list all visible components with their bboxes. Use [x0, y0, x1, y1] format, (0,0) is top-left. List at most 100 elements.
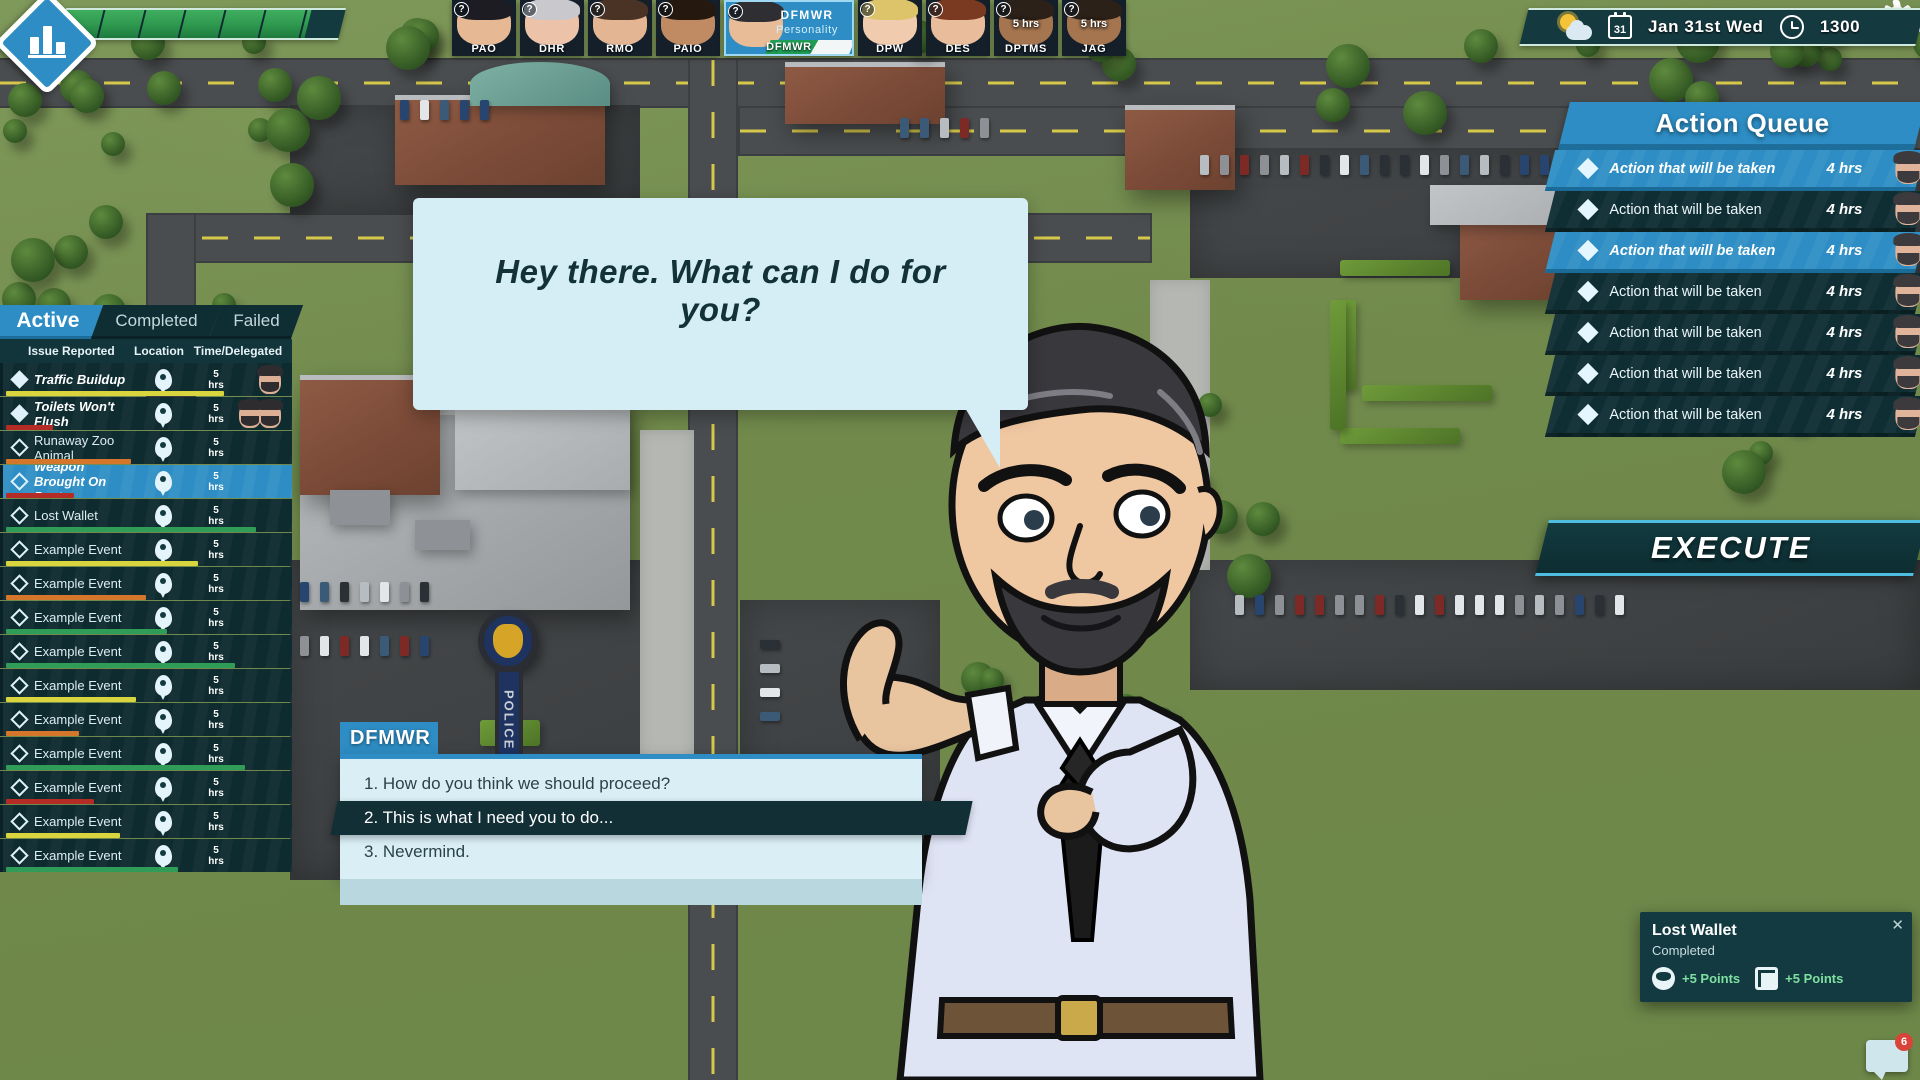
tree — [1326, 43, 1370, 88]
issue-row[interactable]: Example Event 5 hrs — [0, 601, 292, 634]
issue-row-label: Example Event — [34, 814, 122, 829]
issue-row-location[interactable] — [132, 709, 194, 734]
issue-row[interactable]: Toilets Won't Flush 5 hrs — [0, 397, 292, 430]
issue-row[interactable]: Example Event 5 hrs — [0, 567, 292, 600]
issue-row-diamond-icon — [10, 642, 29, 661]
issue-row-location[interactable] — [132, 641, 194, 666]
issue-row[interactable]: Lost Wallet 5 hrs — [0, 499, 292, 532]
parked-car — [1540, 155, 1549, 175]
tab-failed[interactable]: Failed — [209, 305, 304, 339]
issue-row-location[interactable] — [132, 471, 194, 496]
building-northeast[interactable] — [1125, 105, 1235, 190]
action-queue-row[interactable]: Action that will be taken 4 hrs — [1544, 396, 1920, 437]
execute-button[interactable]: EXECUTE — [1535, 520, 1920, 576]
queue-row-hours: 4 hrs — [1826, 365, 1863, 382]
hedge-east-e — [1330, 300, 1346, 430]
action-queue-row[interactable]: Action that will be taken 4 hrs — [1544, 232, 1920, 273]
issue-row-location[interactable] — [132, 811, 194, 836]
dialogue-option[interactable]: 2. This is what I need you to do... — [330, 801, 973, 835]
issue-row-location[interactable] — [132, 675, 194, 700]
notification-toast[interactable]: ✕ Lost Wallet Completed +5 Points +5 Poi… — [1640, 912, 1912, 1002]
tree — [1818, 46, 1843, 71]
character-portrait-dhr[interactable]: ? DHR — [520, 0, 584, 56]
chat-button[interactable]: 6 — [1866, 1033, 1913, 1080]
character-portrait-rmo[interactable]: ? RMO — [588, 0, 652, 56]
issue-row-diamond-icon — [10, 438, 29, 457]
location-pin-icon — [154, 845, 172, 870]
tab-active[interactable]: Active — [0, 305, 104, 339]
issue-row-diamond-icon — [10, 472, 29, 491]
logo-baseline — [28, 55, 66, 58]
action-queue-panel: Action Queue Action that will be taken 4 … — [1544, 102, 1920, 437]
close-icon[interactable]: ✕ — [1891, 918, 1904, 933]
issues-tabs[interactable]: Active Completed Failed — [0, 305, 304, 339]
character-badge-icon: ? — [728, 4, 743, 19]
issue-row-location[interactable] — [132, 743, 194, 768]
character-portrait-paio[interactable]: ? PAIO — [656, 0, 720, 56]
issue-row-location[interactable] — [132, 607, 194, 632]
parked-car — [320, 636, 329, 656]
parked-car — [1595, 595, 1604, 615]
issue-row-location[interactable] — [132, 573, 194, 598]
issue-row-avatars — [238, 703, 286, 736]
issue-row-location[interactable] — [132, 403, 194, 428]
parked-car — [1480, 155, 1489, 175]
character-portrait-dptms[interactable]: ? 5 hrs DPTMS — [994, 0, 1058, 56]
issue-row[interactable]: Runaway Zoo Animal 5 hrs — [0, 431, 292, 464]
character-hours: 5 hrs — [1012, 18, 1040, 30]
dialogue-option[interactable]: 3. Nevermind. — [340, 835, 922, 869]
app-logo[interactable] — [0, 0, 100, 96]
character-portrait-des[interactable]: ? DES — [926, 0, 990, 56]
character-portrait-pao[interactable]: ? PAO — [452, 0, 516, 56]
character-portrait-dpw[interactable]: ? DPW — [858, 0, 922, 56]
action-queue-row[interactable]: Action that will be taken 4 hrs — [1544, 314, 1920, 355]
issue-row-location[interactable] — [132, 845, 194, 870]
parked-car — [1575, 595, 1584, 615]
issue-row[interactable]: Example Event 5 hrs — [0, 771, 292, 804]
issue-row[interactable]: Example Event 5 hrs — [0, 703, 292, 736]
issue-row[interactable]: Traffic Buildup 5 hrs — [0, 363, 292, 396]
parked-car — [1435, 595, 1444, 615]
action-queue-row[interactable]: Action that will be taken 4 hrs — [1544, 191, 1920, 232]
issue-row-progress — [6, 867, 178, 872]
issue-row-location[interactable] — [132, 437, 194, 462]
issue-row-progress — [6, 697, 136, 702]
issue-row[interactable]: Example Event 5 hrs — [0, 533, 292, 566]
issue-row-location[interactable] — [132, 369, 194, 394]
dialogue-option[interactable]: 1. How do you think we should proceed? — [340, 767, 922, 801]
parked-car — [360, 582, 369, 602]
issue-row[interactable]: Example Event 5 hrs — [0, 635, 292, 668]
action-queue-row[interactable]: Action that will be taken 4 hrs — [1544, 355, 1920, 396]
issue-row[interactable]: Example Event 5 hrs — [0, 669, 292, 702]
character-portrait-dfmwr[interactable]: ? DFMWR Personality DFMWR — [724, 0, 854, 56]
parked-car — [1555, 595, 1564, 615]
parked-car — [400, 636, 409, 656]
building-north[interactable] — [785, 62, 945, 124]
issue-row-diamond-icon — [10, 778, 29, 797]
location-pin-icon — [154, 471, 172, 496]
issue-row-label: Example Event — [34, 712, 122, 727]
tab-completed[interactable]: Completed — [90, 305, 222, 339]
issue-row-location[interactable] — [132, 539, 194, 564]
issue-row[interactable]: Weapon Brought On Post5hrs — [0, 465, 292, 498]
parked-car — [420, 582, 429, 602]
issue-row-location[interactable] — [132, 505, 194, 530]
issues-list[interactable]: Traffic Buildup 5 hrs Toilets Won't Flush 5 h… — [0, 363, 292, 872]
action-queue-list[interactable]: Action that will be taken 4 hrs Action tha… — [1544, 150, 1920, 437]
issue-row-progress — [6, 459, 131, 464]
issue-row[interactable]: Example Event 5 hrs — [0, 805, 292, 838]
character-portrait-jag[interactable]: ? 5 hrs JAG — [1062, 0, 1126, 56]
action-queue-row[interactable]: Action that will be taken 4 hrs — [1544, 273, 1920, 314]
issue-row[interactable]: Example Event 5 hrs — [0, 737, 292, 770]
issue-row-hours: 5 hrs — [208, 844, 224, 867]
issue-row-avatars — [238, 601, 286, 634]
issue-row-location[interactable] — [132, 777, 194, 802]
issue-row-hours: 5 hrs — [208, 368, 224, 391]
dialogue-options-list[interactable]: 1. How do you think we should proceed? 2.… — [330, 754, 973, 879]
location-pin-icon — [154, 539, 172, 564]
character-selector-bar[interactable]: ? PAO? DHR? RMO? PAIO? DFMWR Personality DFMWR?… — [452, 0, 1126, 56]
action-queue-row[interactable]: Action that will be taken 4 hrs — [1544, 150, 1920, 191]
issue-row[interactable]: Example Event 5 hrs — [0, 839, 292, 872]
parked-car — [400, 100, 409, 120]
calendar-day: 31 — [1614, 24, 1627, 36]
